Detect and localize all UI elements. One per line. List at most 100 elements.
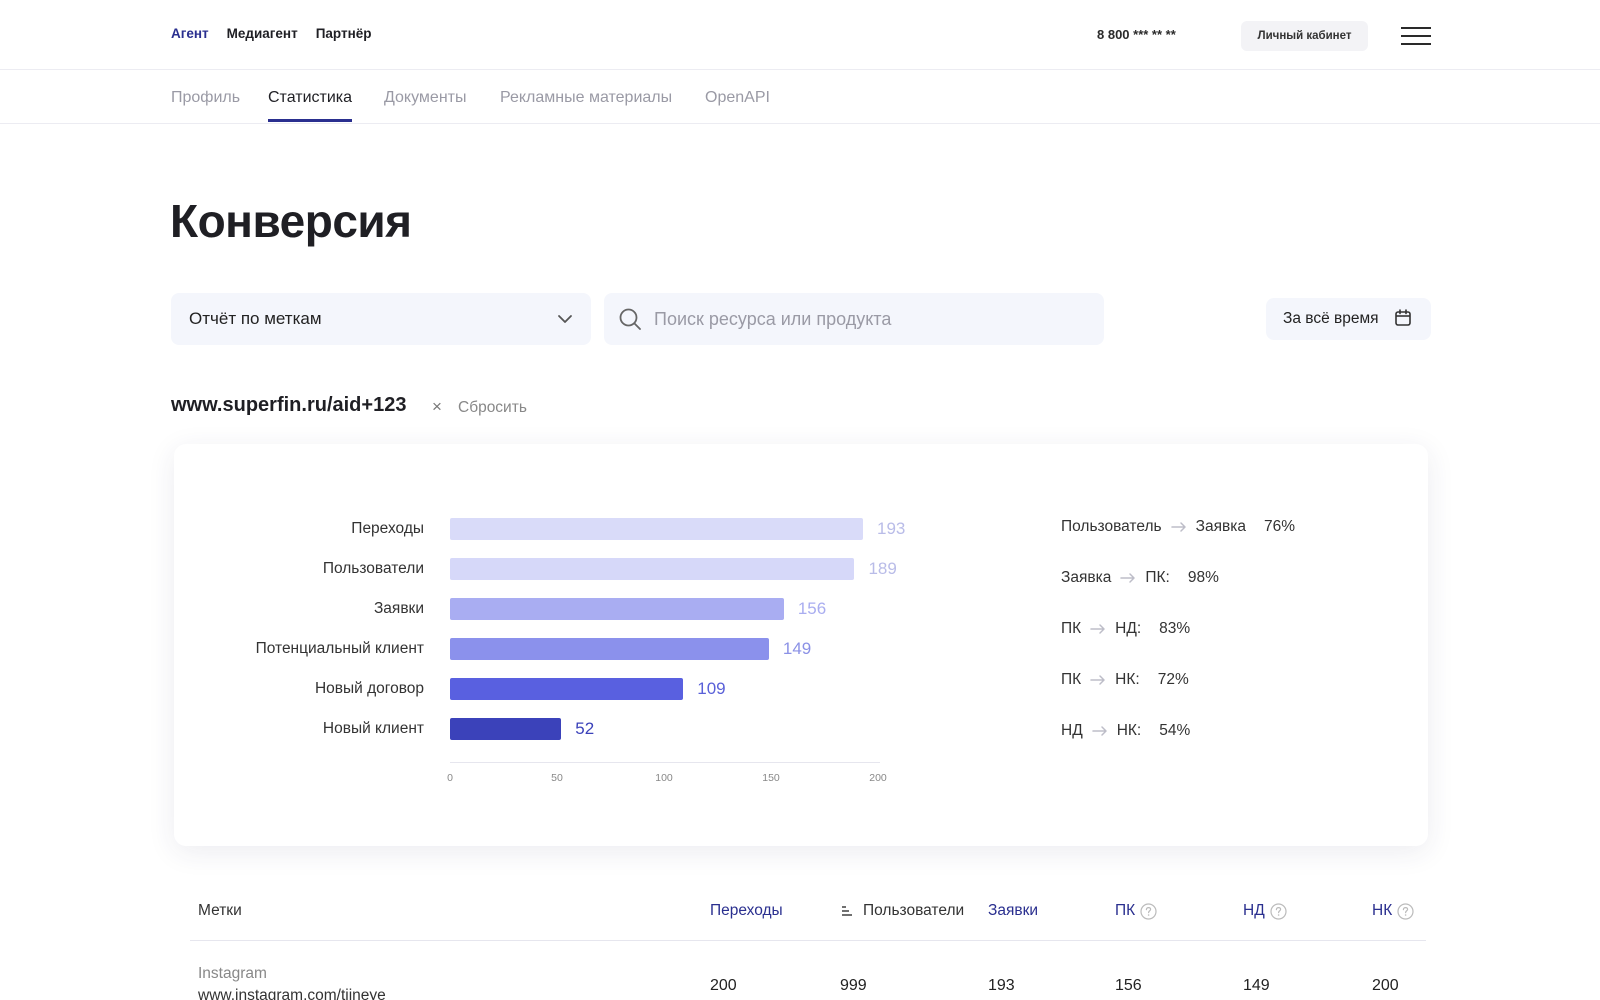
bar [450,518,864,540]
section-tabs: Профиль Статистика Документы Рекламные м… [0,70,1600,124]
help-icon[interactable] [1397,902,1414,920]
tab-openapi[interactable]: OpenAPI [705,89,770,122]
bar [450,718,562,740]
bar [450,638,769,660]
personal-cabinet-button[interactable]: Личный кабинет [1241,21,1368,51]
ratio-to: НК: [1116,722,1142,739]
bar-label: Новый договор [314,680,424,697]
x-tick-label: 100 [655,772,673,784]
bar [450,558,855,580]
report-type-value: Отчёт по меткам [189,309,322,328]
ratio-to: НД: [1115,620,1142,637]
tab-ad-materials[interactable]: Рекламные материалы [500,89,672,122]
ratio-to: Заявка [1195,518,1246,535]
table-divider [190,940,1426,941]
arrow-right-icon [1170,522,1186,532]
arrow-right-icon [1091,726,1107,736]
conversion-ratio-row: НД НК: 54% [1061,722,1190,740]
ratio-to: НК: [1115,671,1140,688]
menu-icon[interactable] [1401,27,1431,45]
x-tick-label: 0 [447,772,453,784]
period-button[interactable]: За всё время [1266,298,1431,340]
bar-value-label: 149 [782,639,812,658]
column-pk-label: ПК [1115,902,1136,919]
column-users[interactable]: Пользователи [840,902,964,920]
chart-x-axis [450,762,880,763]
x-tick-label: 200 [869,772,887,784]
conversion-ratio-row: Пользователь Заявка 76% [1061,518,1295,536]
bar-value-label: 193 [877,519,906,538]
ratio-to: ПК: [1145,569,1170,586]
conversion-ratio-row: Заявка ПК: 98% [1061,569,1219,587]
cell-users: 999 [840,977,867,994]
top-bar: Агент Медиагент Партнёр 8 800 *** ** ** … [0,0,1600,70]
ratio-from: Пользователь [1061,518,1162,535]
column-nk[interactable]: НК [1372,902,1414,920]
ratio-from: ПК [1061,671,1082,688]
ratio-percent: 83% [1159,620,1191,637]
bar-value-label: 52 [575,719,595,738]
role-agent[interactable]: Агент [171,26,209,41]
cell-pk: 156 [1115,977,1142,994]
bar [450,598,784,620]
column-nd-label: НД [1243,902,1265,919]
bar-value-label: 156 [797,599,827,618]
reset-filter-button[interactable]: Сбросить [458,399,527,417]
arrow-right-icon [1090,675,1105,685]
help-icon[interactable] [1140,902,1157,920]
conversion-ratio-row: ПК НК: 72% [1061,671,1189,689]
phone-number[interactable]: 8 800 *** ** ** [1097,27,1176,42]
bar-label: Потенциальный клиент [255,640,424,657]
bar-label: Заявки [373,600,424,617]
tab-documents[interactable]: Документы [384,89,466,122]
role-mediaagent[interactable]: Медиагент [227,26,298,41]
bar [450,678,684,700]
search-icon [619,308,641,330]
bar-value-label: 109 [697,679,726,698]
page-title: Конверсия [170,195,412,247]
column-tags[interactable]: Метки [198,902,242,920]
cell-nk: 200 [1372,977,1399,994]
column-pk[interactable]: ПК [1115,902,1157,920]
role-switcher: Агент Медиагент Партнёр [171,26,372,41]
cell-nd: 149 [1243,977,1270,994]
ratio-percent: 76% [1263,518,1295,535]
column-nd[interactable]: НД [1243,902,1287,920]
cell-applications: 193 [988,977,1015,994]
row-source-url[interactable]: www.instagram.com/tiineye [198,987,386,1000]
arrow-right-icon [1090,624,1105,634]
close-icon[interactable]: × [432,397,442,417]
sort-icon[interactable] [840,904,854,918]
ratio-percent: 72% [1157,671,1189,688]
ratio-percent: 98% [1187,569,1219,586]
x-tick-label: 150 [762,772,780,784]
ratio-from: ПК [1061,620,1082,637]
tab-profile[interactable]: Профиль [171,89,240,122]
arrow-right-icon [1120,573,1136,583]
ratio-from: Заявка [1061,569,1112,586]
ratio-percent: 54% [1159,722,1191,739]
chevron-down-icon [558,315,572,323]
help-icon[interactable] [1270,902,1287,920]
column-applications[interactable]: Заявки [988,902,1038,920]
report-type-select[interactable]: Отчёт по меткам [171,293,591,345]
search-input[interactable] [654,293,1094,345]
selected-tag-url: www.superfin.ru/aid+123 [171,394,407,416]
role-partner[interactable]: Партнёр [316,26,372,41]
tab-statistics[interactable]: Статистика [268,89,353,122]
bar-label: Переходы [351,520,424,537]
conversion-ratio-row: ПК НД: 83% [1061,620,1190,638]
column-users-label: Пользователи [863,902,965,919]
row-source-name: Instagram [198,965,267,982]
calendar-icon [1395,309,1411,326]
bar-label: Новый клиент [322,720,424,737]
column-clicks[interactable]: Переходы [710,902,783,920]
period-label: За всё время [1283,310,1379,327]
bar-label: Пользователи [322,560,424,577]
cell-clicks: 200 [710,977,737,994]
search-field[interactable] [604,293,1104,345]
column-nk-label: НК [1372,902,1393,919]
ratio-from: НД [1061,722,1083,739]
x-tick-label: 50 [551,772,563,784]
bar-value-label: 189 [868,559,897,578]
